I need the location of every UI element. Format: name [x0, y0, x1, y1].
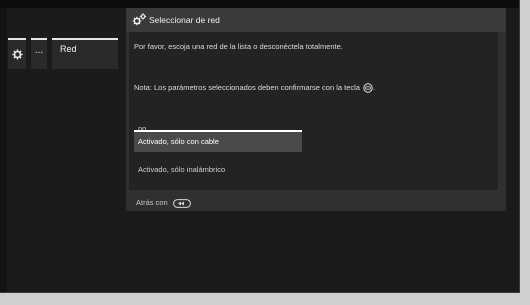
dialog-message: Por favor, escoja una red de la lista o … — [134, 42, 343, 51]
left-edge — [0, 8, 7, 292]
option-wireless-only[interactable]: Activado, sólo inalámbrico — [134, 159, 302, 181]
option-cable-only[interactable]: Activado, sólo con cable — [134, 130, 302, 152]
dialog-note: Nota: Los parámetros seleccionados deben… — [134, 83, 375, 93]
dialog-body: Por favor, escoja una red de la lista o … — [129, 32, 498, 190]
note-text: Nota: Los parámetros seleccionados deben… — [134, 83, 360, 92]
footer-text: Atrás con — [136, 198, 168, 207]
breadcrumb-settings[interactable] — [8, 38, 26, 69]
breadcrumb-ellipsis[interactable]: ... — [31, 38, 47, 69]
gears-icon — [132, 13, 147, 26]
dialog-footer: Atrás con — [136, 198, 191, 208]
gear-icon — [11, 49, 23, 60]
network-select-dialog: Seleccionar de red Por favor, escoja una… — [126, 8, 506, 211]
breadcrumb-current-label: Red — [60, 44, 77, 54]
tv-screen: ... Red Seleccionar de red Por favor, es… — [0, 0, 520, 293]
dialog-header: Seleccionar de red — [126, 8, 506, 32]
ok-key-icon — [363, 83, 373, 93]
dialog-title: Seleccionar de red — [149, 15, 220, 25]
breadcrumb-current[interactable]: Red — [52, 38, 118, 69]
top-strip — [0, 0, 519, 8]
note-period: . — [373, 83, 376, 92]
back-key-icon — [172, 198, 191, 208]
